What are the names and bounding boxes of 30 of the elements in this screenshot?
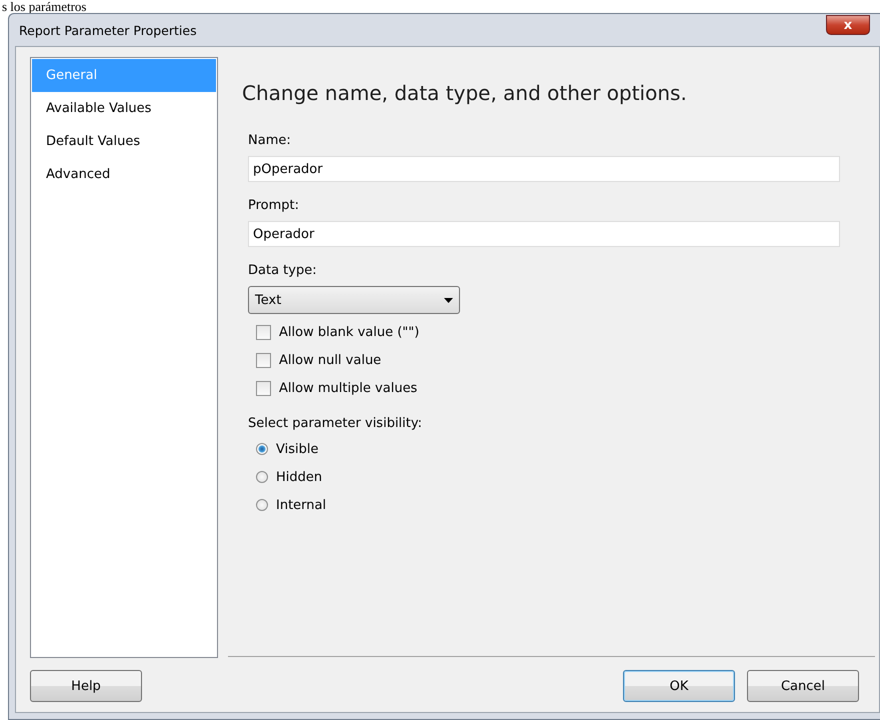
checkbox-label: Allow null value <box>279 352 382 368</box>
radio-label: Internal <box>276 498 326 512</box>
field-label: Data type: <box>248 263 318 278</box>
checkbox[interactable] <box>256 324 271 340</box>
checkbox-label: Allow multiple values <box>279 380 418 396</box>
checkbox[interactable] <box>256 352 271 368</box>
sidebar-item[interactable]: Default Values <box>32 125 216 158</box>
dropdown-arrow-icon <box>444 298 453 302</box>
help-button[interactable]: Help <box>30 670 142 702</box>
cancel-button[interactable]: Cancel <box>747 670 859 702</box>
field-label: Prompt: <box>248 198 300 213</box>
radio-button[interactable] <box>256 443 268 455</box>
page-heading: Change name, data type, and other options. <box>242 81 688 105</box>
field-label: Name: <box>248 133 292 148</box>
sidebar-item[interactable]: Available Values <box>32 92 216 125</box>
close-button[interactable]: x <box>826 15 870 35</box>
section-label: Select parameter visibility: <box>248 416 424 431</box>
text-input-field[interactable]: Operador <box>248 221 840 247</box>
text-input-field[interactable]: pOperador <box>248 156 840 182</box>
checkbox-label: Allow blank value ("") <box>279 324 420 340</box>
checkbox[interactable] <box>256 380 271 396</box>
radio-label: Hidden <box>276 470 322 484</box>
background-page-text: s los parámetros <box>1 0 88 13</box>
radio-label: Visible <box>276 442 318 456</box>
sidebar-item[interactable]: Advanced <box>32 158 216 191</box>
radio-button[interactable] <box>256 499 268 511</box>
radio-button[interactable] <box>256 471 268 483</box>
window-title: Report Parameter Properties <box>19 22 197 38</box>
ok-button[interactable]: OK <box>623 670 735 702</box>
data-type-dropdown[interactable]: Text <box>248 286 460 314</box>
